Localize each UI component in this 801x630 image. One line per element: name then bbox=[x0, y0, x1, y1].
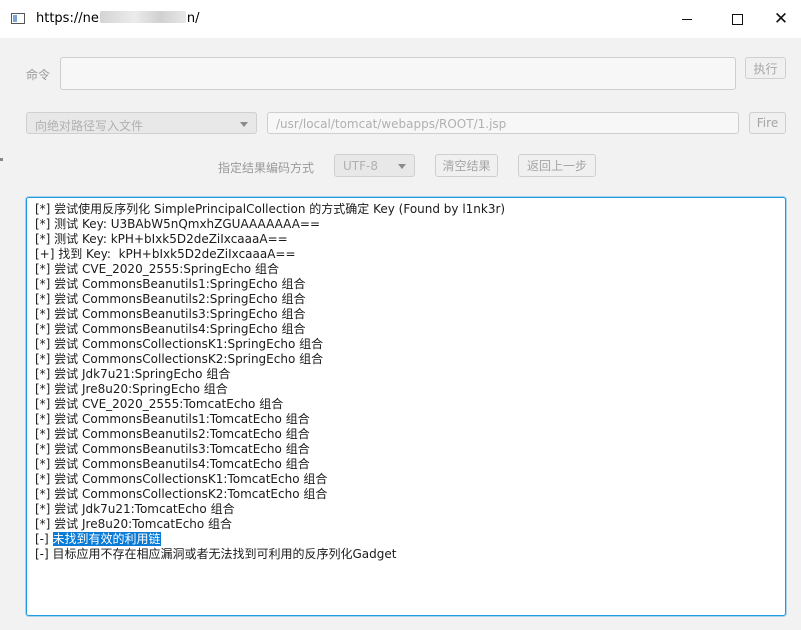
output-line: [*] 测试 Key: kPH+bIxk5D2deZiIxcaaaA== bbox=[35, 232, 288, 246]
redacted-url-segment bbox=[99, 11, 186, 23]
back-button[interactable]: 返回上一步 bbox=[518, 154, 596, 177]
output-textarea[interactable]: [*] 尝试使用反序列化 SimplePrincipalCollection 的… bbox=[26, 197, 786, 616]
clear-results-button[interactable]: 清空结果 bbox=[435, 154, 498, 177]
output-lines: [*] 尝试使用反序列化 SimplePrincipalCollection 的… bbox=[35, 202, 505, 562]
output-line: [*] 尝试 CommonsCollectionsK2:SpringEcho 组… bbox=[35, 352, 324, 366]
output-line: [*] 尝试 CVE_2020_2555:SpringEcho 组合 bbox=[35, 262, 279, 276]
app-window-icon bbox=[11, 13, 25, 24]
maximize-icon bbox=[731, 13, 743, 25]
minimize-button[interactable] bbox=[664, 0, 710, 38]
edge-marker bbox=[0, 158, 3, 161]
fire-button[interactable]: Fire bbox=[749, 112, 786, 134]
encoding-label: 指定结果编码方式 bbox=[218, 161, 315, 175]
output-line: [+] 找到 Key: kPH+bIxk5D2deZiIxcaaaA== bbox=[35, 247, 296, 261]
encoding-value: UTF-8 bbox=[343, 159, 378, 173]
output-line: [*] 尝试 CommonsBeanutils1:SpringEcho 组合 bbox=[35, 277, 306, 291]
output-line: [*] 尝试 CommonsBeanutils3:SpringEcho 组合 bbox=[35, 307, 306, 321]
output-line: [*] 尝试 CommonsBeanutils2:SpringEcho 组合 bbox=[35, 292, 306, 306]
encoding-select[interactable]: UTF-8 bbox=[334, 154, 415, 177]
selected-text: 未找到有效的利用链 bbox=[52, 532, 161, 546]
output-line-last: [-] 目标应用不存在相应漏洞或者无法找到可利用的反序列化Gadget bbox=[35, 547, 397, 561]
output-line: [*] 尝试 Jdk7u21:TomcatEcho 组合 bbox=[35, 502, 235, 516]
command-input[interactable] bbox=[60, 57, 736, 90]
output-line: [*] 尝试 CommonsBeanutils4:TomcatEcho 组合 bbox=[35, 457, 310, 471]
output-line: [*] 尝试 Jre8u20:TomcatEcho 组合 bbox=[35, 517, 233, 531]
output-line: [*] 尝试 CommonsCollectionsK1:SpringEcho 组… bbox=[35, 337, 324, 351]
output-line: [*] 尝试 CommonsBeanutils2:TomcatEcho 组合 bbox=[35, 427, 310, 441]
minimize-icon bbox=[682, 18, 692, 20]
output-line: [*] 尝试 CommonsBeanutils4:SpringEcho 组合 bbox=[35, 322, 306, 336]
fail-prefix: [-] bbox=[35, 532, 53, 546]
execute-button[interactable]: 执行 bbox=[745, 57, 786, 79]
chevron-down-icon bbox=[398, 164, 406, 169]
write-mode-value: 向绝对路径写入文件 bbox=[35, 119, 144, 133]
chevron-down-icon bbox=[240, 122, 248, 127]
output-line: [*] 尝试 Jre8u20:SpringEcho 组合 bbox=[35, 382, 228, 396]
window-title-suffix: n/ bbox=[186, 11, 200, 26]
title-bar: https://ne n/ ✕ bbox=[0, 0, 801, 38]
window-title-prefix: https://ne bbox=[36, 11, 99, 26]
output-line: [*] 尝试 CommonsBeanutils1:TomcatEcho 组合 bbox=[35, 412, 310, 426]
write-mode-select[interactable]: 向绝对路径写入文件 bbox=[26, 112, 257, 134]
close-button[interactable]: ✕ bbox=[758, 0, 801, 38]
output-line: [*] 尝试 CommonsCollectionsK2:TomcatEcho 组… bbox=[35, 487, 328, 501]
output-line: [*] 尝试使用反序列化 SimplePrincipalCollection 的… bbox=[35, 202, 506, 216]
output-line: [*] 尝试 CommonsCollectionsK1:TomcatEcho 组… bbox=[35, 472, 328, 486]
output-line-fail: [-] 未找到有效的利用链 bbox=[35, 532, 505, 547]
output-line: [*] 尝试 CommonsBeanutils3:TomcatEcho 组合 bbox=[35, 442, 310, 456]
output-line: [*] 尝试 CVE_2020_2555:TomcatEcho 组合 bbox=[35, 397, 284, 411]
window-title: https://ne n/ bbox=[36, 11, 199, 26]
command-label: 命令 bbox=[26, 68, 51, 82]
path-input[interactable]: /usr/local/tomcat/webapps/ROOT/1.jsp bbox=[267, 112, 739, 134]
output-line: [*] 尝试 Jdk7u21:SpringEcho 组合 bbox=[35, 367, 231, 381]
maximize-button[interactable] bbox=[714, 0, 760, 38]
output-line: [*] 测试 Key: U3BAbW5nQmxhZGUAAAAAAA== bbox=[35, 217, 321, 231]
close-icon: ✕ bbox=[773, 9, 789, 29]
